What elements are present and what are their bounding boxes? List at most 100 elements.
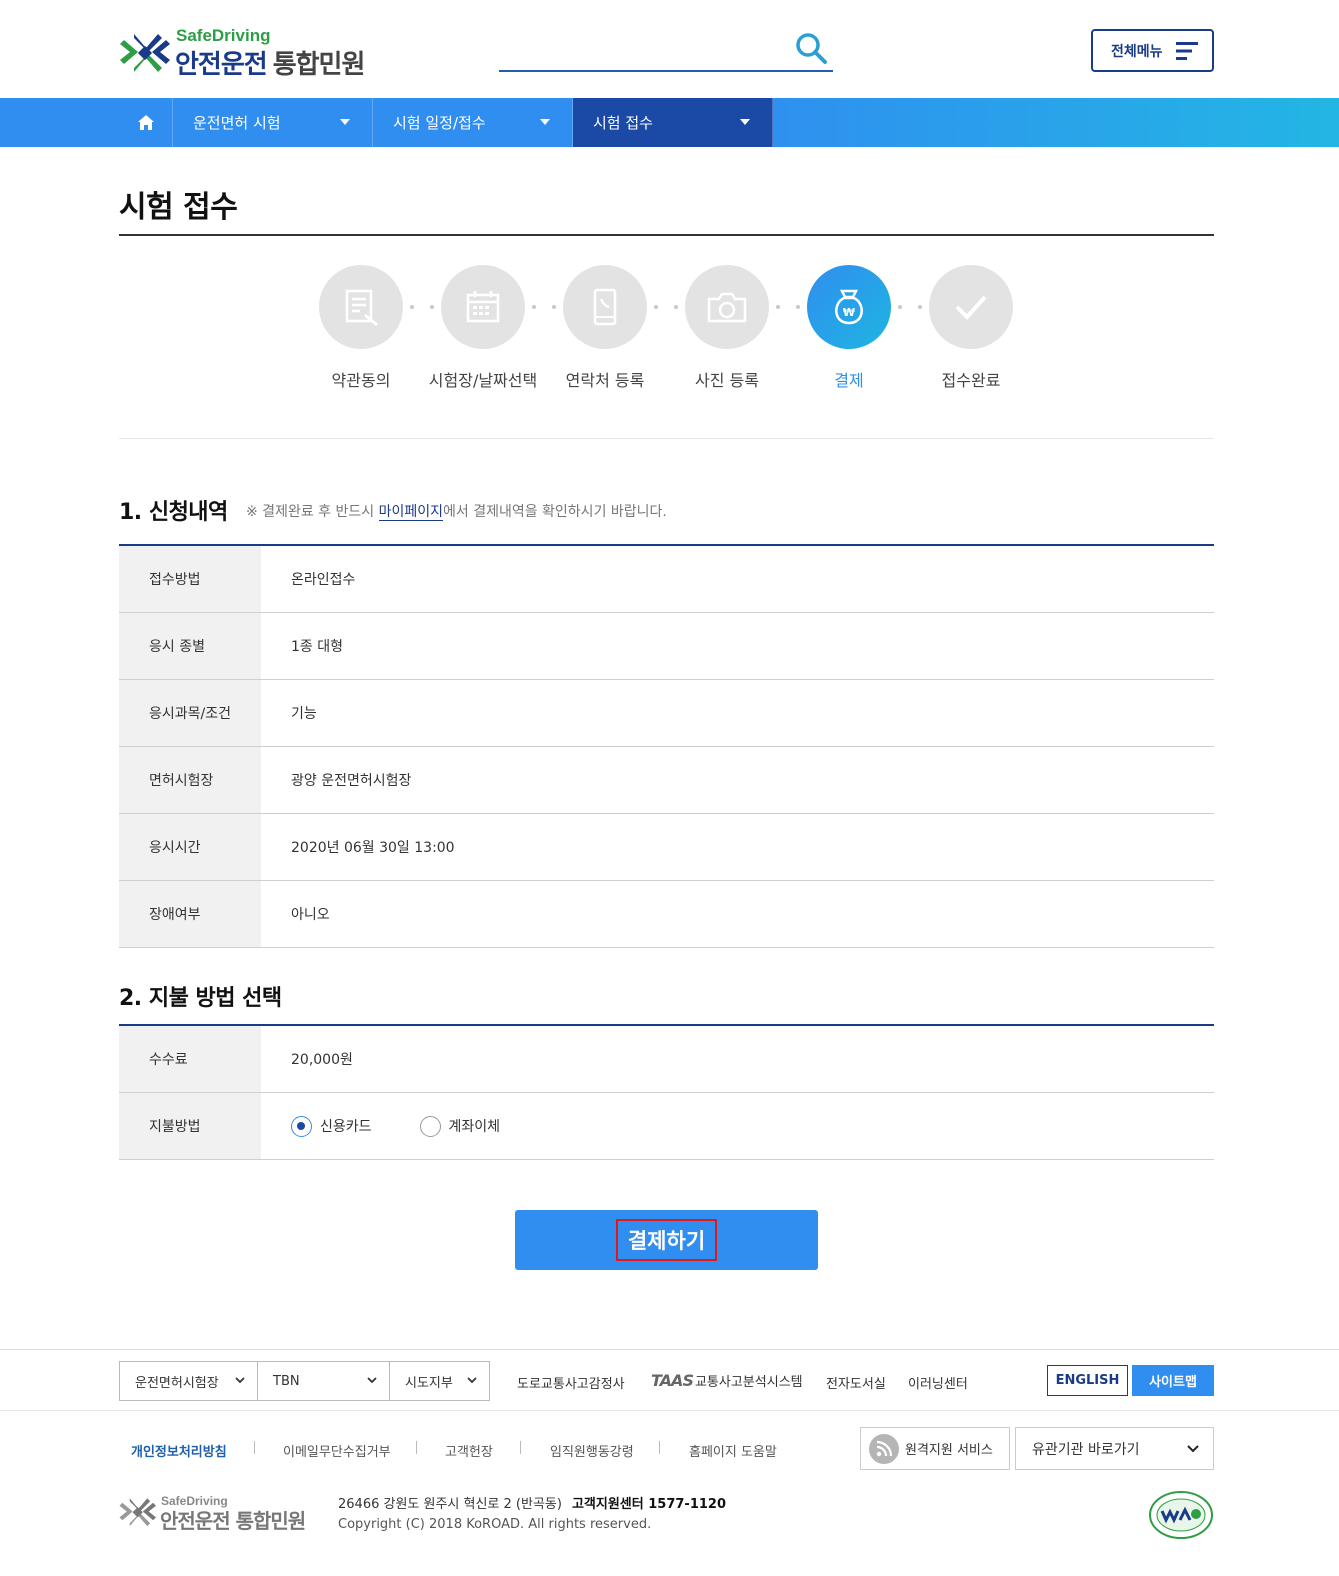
link-elearning[interactable]: 이러닝센터	[908, 1373, 968, 1392]
step-circle	[319, 265, 403, 349]
link-code-of-conduct[interactable]: 임직원행동강령	[550, 1441, 634, 1460]
row-value: 아니오	[291, 907, 330, 923]
search-bar	[499, 28, 833, 72]
separator	[520, 1441, 521, 1454]
method-label: 지불방법	[119, 1093, 261, 1159]
radio-unchecked-icon[interactable]	[419, 1115, 441, 1137]
radio-credit-card[interactable]: 신용카드	[291, 1115, 372, 1137]
table-row: 접수방법 온라인접수	[119, 546, 1214, 613]
note-prefix: ※ 결제완료 후 반드시	[246, 504, 379, 520]
footer-copyright: Copyright (C) 2018 KoROAD. All rights re…	[338, 1517, 652, 1532]
link-privacy-policy[interactable]: 개인정보처리방침	[131, 1441, 227, 1460]
link-accident-appraiser[interactable]: 도로교통사고감정사	[517, 1373, 625, 1392]
table-row: 수수료 20,000원	[119, 1026, 1214, 1093]
remote-support-label: 원격지원 서비스	[905, 1443, 993, 1458]
clover-logo-icon	[120, 34, 170, 72]
row-label: 응시 종별	[119, 613, 261, 679]
page-title: 시험 접수	[119, 190, 238, 225]
row-value: 광양 운전면허시험장	[291, 773, 412, 789]
link-taas[interactable]: TAAS 교통사고분석시스템	[651, 1371, 803, 1390]
link-customer-charter[interactable]: 고객헌장	[445, 1441, 493, 1460]
logo-title-light: 통합민원	[272, 50, 366, 80]
pay-button[interactable]: 결제하기	[515, 1210, 818, 1270]
full-menu-label: 전체메뉴	[1111, 43, 1163, 60]
progress-steps: 약관동의 시험장/날짜선택 연락처 등록 사진 등록 ₩ 결제 접수완료	[300, 265, 1040, 395]
step-label: 결제	[834, 371, 864, 390]
row-label: 장애여부	[119, 881, 261, 947]
separator	[254, 1441, 255, 1454]
section-application-note: ※ 결제완료 후 반드시 마이페이지에서 결제내역을 확인하시기 바랍니다.	[246, 501, 667, 521]
select-branches[interactable]: 시도지부	[389, 1361, 490, 1401]
radio-label: 계좌이체	[448, 1119, 501, 1135]
sitemap-button[interactable]: 사이트맵	[1132, 1365, 1214, 1396]
table-row: 장애여부 아니오	[119, 881, 1214, 948]
table-row: 응시과목/조건 기능	[119, 680, 1214, 747]
step-circle-active: ₩	[807, 265, 891, 349]
logo-title-main: 안전운전	[175, 50, 268, 80]
call-center: 고객지원센터 1577-1120	[571, 1497, 726, 1512]
radio-checked-icon[interactable]	[291, 1115, 312, 1137]
step-complete: 접수완료	[910, 265, 1032, 391]
caret-down-icon	[340, 119, 350, 125]
link-label: 교통사고분석시스템	[694, 1375, 803, 1390]
related-sites-select[interactable]: 유관기관 바로가기	[1015, 1427, 1214, 1470]
select-license-centers[interactable]: 운전면허시험장	[119, 1361, 258, 1401]
site-logo[interactable]: SafeDriving 안전운전 통합민원	[118, 26, 398, 80]
camera-icon	[707, 292, 747, 323]
hamburger-icon	[1176, 42, 1198, 60]
step-circle	[929, 265, 1013, 349]
remote-support-button[interactable]: 원격지원 서비스	[860, 1427, 1010, 1470]
fee-label: 수수료	[119, 1026, 261, 1092]
logo-title: 안전운전 통합민원	[175, 44, 366, 81]
phone-icon	[593, 288, 617, 326]
row-label: 응시과목/조건	[119, 680, 261, 746]
select-value: 유관기관 바로가기	[1032, 1441, 1140, 1458]
link-e-library[interactable]: 전자도서실	[826, 1373, 886, 1392]
table-row: 응시 종별 1종 대형	[119, 613, 1214, 680]
link-help[interactable]: 홈페이지 도움말	[689, 1441, 777, 1460]
chevron-down-icon	[235, 1377, 245, 1384]
payment-method-radio-group: 신용카드 계좌이체	[291, 1115, 548, 1137]
footer-logo-title: 안전운전 통합민원	[160, 1509, 306, 1533]
pay-button-label: 결제하기	[615, 1219, 718, 1261]
radio-bank-transfer[interactable]: 계좌이체	[419, 1115, 501, 1137]
payment-table: 수수료 20,000원 지불방법 신용카드 계좌이체	[119, 1024, 1214, 1160]
nav-item-exam-schedule[interactable]: 시험 일정/접수	[373, 98, 573, 147]
nav-item-license-exam[interactable]: 운전면허 시험	[173, 98, 373, 147]
section-payment-title: 2. 지불 방법 선택	[119, 986, 282, 1011]
full-menu-button[interactable]: 전체메뉴	[1091, 29, 1214, 72]
footer-address: 26466 강원도 원주시 혁신로 2 (반곡동) 고객지원센터 1577-112…	[338, 1493, 726, 1512]
steps-divider	[119, 438, 1214, 439]
nav-item-label: 시험 일정/접수	[393, 114, 486, 132]
step-label: 사진 등록	[695, 371, 759, 390]
nav-item-label: 운전면허 시험	[193, 114, 281, 132]
nav-item-exam-registration[interactable]: 시험 접수	[573, 98, 773, 147]
note-suffix: 에서 결제내역을 확인하시기 바랍니다.	[442, 504, 667, 520]
search-input[interactable]	[499, 32, 789, 66]
step-label: 약관동의	[331, 371, 391, 390]
step-circle	[563, 265, 647, 349]
step-site-date: 시험장/날짜선택	[422, 265, 544, 391]
application-table: 접수방법 온라인접수 응시 종별 1종 대형 응시과목/조건 기능 면허시험장 …	[119, 544, 1214, 948]
table-row: 면허시험장 광양 운전면허시험장	[119, 747, 1214, 814]
caret-down-icon	[740, 119, 750, 125]
search-icon[interactable]	[793, 30, 829, 66]
home-button[interactable]	[119, 98, 173, 147]
footer-logo: SafeDriving 안전운전 통합민원	[118, 1494, 318, 1534]
step-contact: 연락처 등록	[544, 265, 666, 391]
row-value: 기능	[291, 706, 317, 722]
row-label: 접수방법	[119, 546, 261, 612]
mypage-link[interactable]: 마이페이지	[378, 504, 443, 521]
nav-item-label: 시험 접수	[593, 114, 653, 132]
taas-logo: TAAS	[651, 1371, 694, 1390]
document-pen-icon	[345, 289, 378, 327]
radio-label: 신용카드	[320, 1119, 372, 1135]
select-tbn[interactable]: TBN	[257, 1361, 390, 1401]
step-label: 연락처 등록	[565, 371, 645, 390]
footer-divider	[0, 1349, 1339, 1350]
home-icon	[137, 115, 154, 130]
english-button[interactable]: ENGLISH	[1047, 1365, 1128, 1396]
link-email-refusal[interactable]: 이메일무단수집거부	[283, 1441, 391, 1460]
row-value: 2020년 06월 30일 13:00	[291, 840, 455, 856]
clover-logo-icon	[119, 1498, 156, 1527]
